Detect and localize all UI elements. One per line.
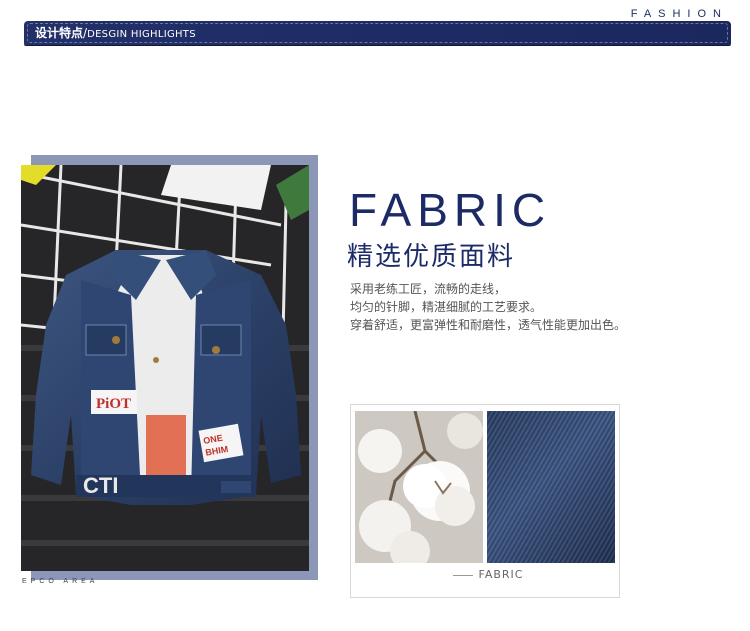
photo-caption: EPCO AREA xyxy=(22,578,99,585)
card-label-text: FABRIC xyxy=(478,568,524,581)
banner-title-en: DESGIN HIGHLIGHTS xyxy=(87,29,196,40)
banner-title-cn: 设计特点 xyxy=(35,26,84,40)
description-line-3: 穿着舒适，更富弹性和耐磨性，透气性能更加出色。 xyxy=(350,318,627,332)
fabric-subtitle: 精选优质面料 xyxy=(347,242,516,272)
denim-jacket-image: PiOT ONE BHIM CTI xyxy=(21,165,309,571)
section-banner: 设计特点/DESGIN HIGHLIGHTS xyxy=(24,21,731,45)
label-rule-left xyxy=(452,574,473,576)
fashion-label: FASHION xyxy=(630,8,728,20)
shirt-print-text: CTI xyxy=(83,473,118,498)
fabric-title: FABRIC xyxy=(349,184,552,236)
denim-swatch xyxy=(487,411,615,563)
card-label: FABRIC xyxy=(351,568,619,581)
description-line-2: 均匀的针脚，精湛细腻的工艺要求。 xyxy=(350,300,543,314)
fabric-swatch-card: FABRIC xyxy=(350,404,620,598)
product-photo: PiOT ONE BHIM CTI xyxy=(21,165,309,571)
cotton-swatch xyxy=(355,411,483,563)
patch-left-text: PiOT xyxy=(96,396,131,412)
fabric-description: 采用老练工匠，流畅的走线， 均匀的针脚，精湛细腻的工艺要求。 穿着舒适，更富弹性… xyxy=(350,280,626,334)
description-line-1: 采用老练工匠，流畅的走线， xyxy=(350,282,507,296)
banner-title: 设计特点/DESGIN HIGHLIGHTS xyxy=(35,25,196,43)
cotton-image xyxy=(355,411,483,563)
